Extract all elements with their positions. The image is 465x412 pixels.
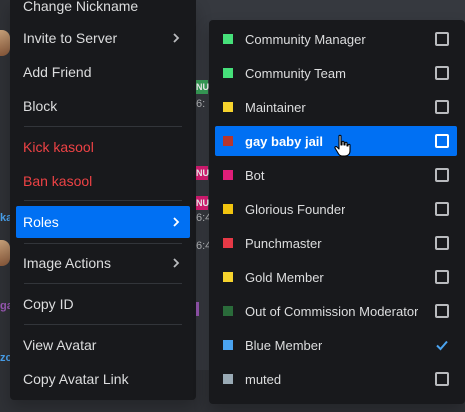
role-label: muted — [245, 371, 282, 387]
roles-submenu: Community Manager Community Team Maintai… — [209, 20, 465, 404]
kick-member-item[interactable]: Kick kasool — [16, 131, 190, 163]
role-checkbox[interactable] — [435, 202, 449, 216]
menu-item-label: Roles — [23, 214, 59, 230]
role-label: Community Team — [245, 65, 346, 81]
menu-separator — [24, 200, 182, 201]
discord-window: ka ga zo NU 6: NU NU 6:4 6:4 Change Nick… — [0, 0, 465, 412]
chevron-right-icon — [169, 256, 183, 270]
menu-item-label: Image Actions — [23, 255, 111, 271]
role-label: Glorious Founder — [245, 201, 346, 217]
role-item-community-team[interactable]: Community Team — [215, 58, 457, 88]
role-checkbox[interactable] — [435, 100, 449, 114]
role-checkbox[interactable] — [435, 66, 449, 80]
role-checkbox[interactable] — [435, 304, 449, 318]
role-item-out-of-commission-moderator[interactable]: Out of Commission Moderator — [215, 296, 457, 326]
role-checkbox[interactable] — [435, 168, 449, 182]
role-label: Out of Commission Moderator — [245, 303, 419, 319]
role-color-swatch — [223, 68, 233, 78]
chat-background — [0, 0, 10, 412]
role-color-swatch — [223, 272, 233, 282]
menu-separator — [24, 126, 182, 127]
role-checkbox[interactable] — [435, 338, 449, 352]
block-item[interactable]: Block — [16, 90, 190, 122]
role-color-bar — [196, 302, 199, 316]
add-friend-item[interactable]: Add Friend — [16, 56, 190, 88]
hand-pointer-icon — [334, 134, 351, 157]
menu-item-label: Copy Avatar Link — [23, 371, 129, 387]
role-item-blue-member[interactable]: Blue Member — [215, 330, 457, 360]
role-item-gold-member[interactable]: Gold Member — [215, 262, 457, 292]
menu-item-label: Kick kasool — [23, 139, 94, 155]
menu-separator — [24, 283, 182, 284]
bot-badge: NU — [196, 166, 209, 180]
menu-separator — [24, 243, 182, 244]
role-item-community-manager[interactable]: Community Manager — [215, 24, 457, 54]
role-label: Maintainer — [245, 99, 306, 115]
role-checkbox[interactable] — [435, 236, 449, 250]
role-color-swatch — [223, 306, 233, 316]
menu-item-label: Block — [23, 98, 58, 114]
menu-separator — [24, 324, 182, 325]
user-context-menu: Change Nickname Invite to Server Add Fri… — [10, 0, 196, 400]
message-timestamp: 6: — [196, 98, 206, 110]
menu-item-label: Add Friend — [23, 64, 92, 80]
role-color-swatch — [223, 170, 233, 180]
image-actions-item[interactable]: Image Actions — [16, 247, 190, 279]
check-icon — [436, 340, 448, 351]
role-color-swatch — [223, 238, 233, 248]
role-checkbox[interactable] — [435, 134, 449, 148]
bot-badge: NU — [196, 196, 209, 210]
role-item-muted[interactable]: muted — [215, 364, 457, 394]
role-color-swatch — [223, 204, 233, 214]
role-item-punchmaster[interactable]: Punchmaster — [215, 228, 457, 258]
role-label: Community Manager — [245, 31, 366, 47]
role-color-swatch — [223, 136, 233, 146]
role-item-bot[interactable]: Bot — [215, 160, 457, 190]
role-checkbox[interactable] — [435, 372, 449, 386]
menu-item-label: Copy ID — [23, 296, 74, 312]
user-avatar — [0, 240, 10, 266]
copy-avatar-link-item[interactable]: Copy Avatar Link — [16, 363, 190, 395]
role-label: Bot — [245, 167, 265, 183]
chevron-right-icon — [169, 31, 183, 45]
role-checkbox[interactable] — [435, 270, 449, 284]
role-checkbox[interactable] — [435, 32, 449, 46]
ban-member-item[interactable]: Ban kasool — [16, 165, 190, 197]
roles-item[interactable]: Roles — [16, 206, 190, 238]
user-avatar — [0, 30, 10, 56]
chevron-right-icon — [169, 215, 183, 229]
role-label: Gold Member — [245, 269, 324, 285]
menu-item-label: Ban kasool — [23, 173, 93, 189]
role-item-glorious-founder[interactable]: Glorious Founder — [215, 194, 457, 224]
role-color-swatch — [223, 102, 233, 112]
change-nickname-item[interactable]: Change Nickname — [16, 0, 190, 22]
role-label: Blue Member — [245, 337, 323, 353]
role-label: Punchmaster — [245, 235, 322, 251]
role-label: gay baby jail — [245, 133, 324, 149]
view-avatar-item[interactable]: View Avatar — [16, 329, 190, 361]
role-color-swatch — [223, 34, 233, 44]
bot-badge: NU — [196, 80, 209, 94]
role-color-swatch — [223, 340, 233, 350]
menu-item-label: Change Nickname — [23, 0, 139, 14]
menu-item-label: View Avatar — [23, 337, 97, 353]
copy-id-item[interactable]: Copy ID — [16, 288, 190, 320]
invite-to-server-item[interactable]: Invite to Server — [16, 22, 190, 54]
role-item-maintainer[interactable]: Maintainer — [215, 92, 457, 122]
role-color-swatch — [223, 374, 233, 384]
menu-item-label: Invite to Server — [23, 30, 118, 46]
